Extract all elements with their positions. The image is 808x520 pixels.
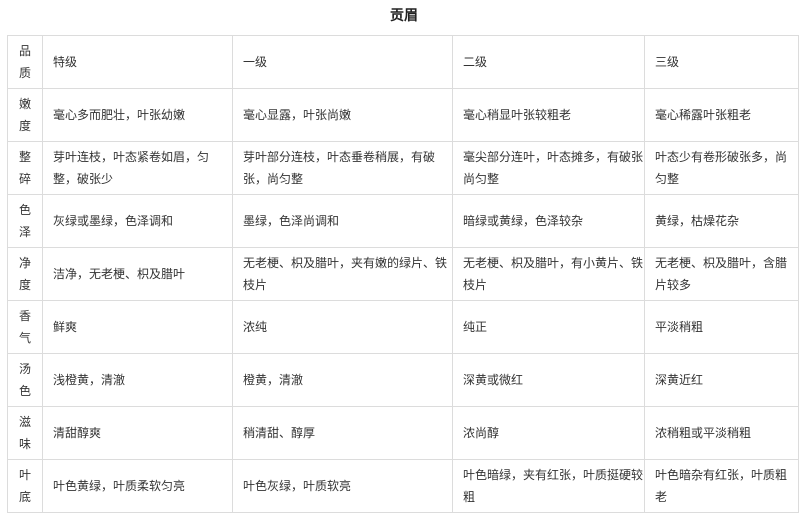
table-cell: 芽叶连枝，叶态紧卷如眉，匀整，破张少 [42, 141, 233, 195]
table-cell: 清甜醇爽 [42, 406, 233, 460]
tea-grade-table: 品质 特级 一级 二级 三级 嫩度 毫心多而肥壮，叶张幼嫩 毫心显露，叶张尚嫩 … [7, 35, 799, 513]
row-header-label: 汤色 [18, 362, 31, 398]
row-header-label: 净度 [18, 256, 31, 292]
table-row: 叶底 叶色黄绿，叶质柔软匀亮 叶色灰绿，叶质软亮 叶色暗绿，夹有红张，叶质挺硬较… [7, 459, 799, 513]
table-cell: 墨绿，色泽尚调和 [232, 194, 453, 248]
row-header-cell: 叶底 [7, 459, 43, 513]
table-cell: 洁净，无老梗、枳及腊叶 [42, 247, 233, 301]
table-cell: 芽叶部分连枝，叶态垂卷稍展，有破张，尚匀整 [232, 141, 453, 195]
table-cell: 鲜爽 [42, 300, 233, 354]
grade-header: 三级 [644, 35, 799, 89]
table-cell: 毫心稀露叶张粗老 [644, 88, 799, 142]
table-cell: 毫心稍显叶张较粗老 [452, 88, 645, 142]
row-header-cell: 整碎 [7, 141, 43, 195]
row-header-cell: 汤色 [7, 353, 43, 407]
table-row: 色泽 灰绿或墨绿，色泽调和 墨绿，色泽尚调和 暗绿或黄绿，色泽较杂 黄绿，枯燥花… [7, 194, 799, 248]
table-cell: 无老梗、枳及腊叶，夹有嫩的绿片、铁枝片 [232, 247, 453, 301]
grade-header: 一级 [232, 35, 453, 89]
table-cell: 叶色黄绿，叶质柔软匀亮 [42, 459, 233, 513]
table-cell: 浓稍粗或平淡稍粗 [644, 406, 799, 460]
row-header-label: 品质 [18, 44, 31, 80]
table-cell: 浓纯 [232, 300, 453, 354]
table-cell: 深黄近红 [644, 353, 799, 407]
table-header-row: 品质 特级 一级 二级 三级 [7, 35, 799, 89]
table-row: 净度 洁净，无老梗、枳及腊叶 无老梗、枳及腊叶，夹有嫩的绿片、铁枝片 无老梗、枳… [7, 247, 799, 301]
table-cell: 纯正 [452, 300, 645, 354]
table-cell: 平淡稍粗 [644, 300, 799, 354]
row-header-label: 嫩度 [18, 97, 31, 133]
table-row: 汤色 浅橙黄，清澈 橙黄，清澈 深黄或微红 深黄近红 [7, 353, 799, 407]
table-cell: 黄绿，枯燥花杂 [644, 194, 799, 248]
row-header-label: 香气 [18, 309, 31, 345]
row-header-label: 滋味 [18, 415, 31, 451]
table-cell: 无老梗、枳及腊叶，含腊片较多 [644, 247, 799, 301]
table-cell: 毫心多而肥壮，叶张幼嫩 [42, 88, 233, 142]
row-header-cell: 品质 [7, 35, 43, 89]
row-header-cell: 净度 [7, 247, 43, 301]
row-header-cell: 香气 [7, 300, 43, 354]
table-cell: 灰绿或墨绿，色泽调和 [42, 194, 233, 248]
table-cell: 浅橙黄，清澈 [42, 353, 233, 407]
row-header-cell: 滋味 [7, 406, 43, 460]
table-cell: 毫心显露，叶张尚嫩 [232, 88, 453, 142]
page-title: 贡眉 [390, 8, 418, 24]
table-cell: 暗绿或黄绿，色泽较杂 [452, 194, 645, 248]
table-cell: 浓尚醇 [452, 406, 645, 460]
row-header-label: 叶底 [18, 468, 31, 504]
table-cell: 深黄或微红 [452, 353, 645, 407]
table-row: 香气 鲜爽 浓纯 纯正 平淡稍粗 [7, 300, 799, 354]
table-cell: 叶色灰绿，叶质软亮 [232, 459, 453, 513]
grade-header: 二级 [452, 35, 645, 89]
table-cell: 叶色暗杂有红张，叶质粗老 [644, 459, 799, 513]
table-cell: 毫尖部分连叶，叶态摊多，有破张尚匀整 [452, 141, 645, 195]
row-header-cell: 色泽 [7, 194, 43, 248]
table-cell: 稍清甜、醇厚 [232, 406, 453, 460]
row-header-label: 色泽 [18, 203, 31, 239]
table-cell: 叶色暗绿，夹有红张，叶质挺硬较粗 [452, 459, 645, 513]
row-header-label: 整碎 [18, 150, 31, 186]
table-cell: 橙黄，清澈 [232, 353, 453, 407]
row-header-cell: 嫩度 [7, 88, 43, 142]
table-cell: 叶态少有卷形破张多，尚匀整 [644, 141, 799, 195]
grade-header: 特级 [42, 35, 233, 89]
table-row: 滋味 清甜醇爽 稍清甜、醇厚 浓尚醇 浓稍粗或平淡稍粗 [7, 406, 799, 460]
table-cell: 无老梗、枳及腊叶，有小黄片、铁枝片 [452, 247, 645, 301]
table-row: 整碎 芽叶连枝，叶态紧卷如眉，匀整，破张少 芽叶部分连枝，叶态垂卷稍展，有破张，… [7, 141, 799, 195]
table-row: 嫩度 毫心多而肥壮，叶张幼嫩 毫心显露，叶张尚嫩 毫心稍显叶张较粗老 毫心稀露叶… [7, 88, 799, 142]
